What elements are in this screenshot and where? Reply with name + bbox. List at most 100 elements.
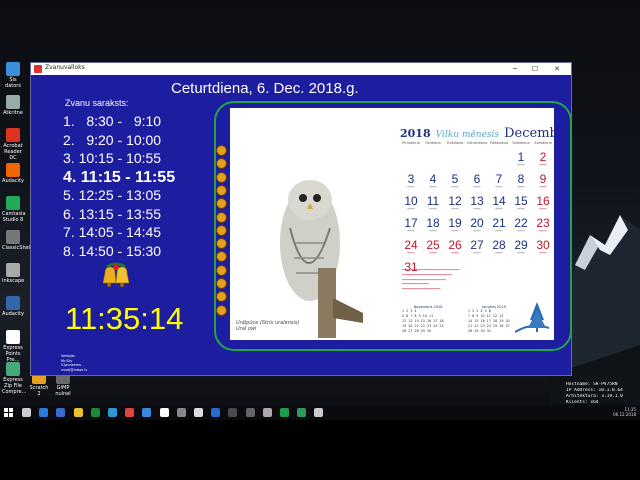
calendar-day: 22 ━━━━ (510, 216, 532, 238)
taskbar-app-icon[interactable] (314, 408, 324, 417)
desktop-shortcut[interactable]: Acrobat Reader DC (2, 128, 24, 161)
schedule-row: 6. 13:15 - 13:55 (63, 205, 162, 222)
window-title: Zvanuvalloks (45, 64, 85, 71)
desktop-shortcut[interactable]: Express Zip File Compre... (2, 362, 27, 395)
name-day-text: ━━━━ (517, 185, 525, 189)
weekday-label: Pirmdiena (402, 141, 420, 145)
taskbar-app-icon[interactable] (142, 408, 152, 417)
desktop-shortcut[interactable]: Express Points Pre... (2, 330, 24, 363)
name-day-text: ━━━━ (495, 207, 503, 211)
binder-ring (216, 278, 227, 289)
calendar-grid: 1 ━━━━ 2 ━━━━ 3 ━━━━ 4 ━━━━ 5 ━━━━ 6 ━━━━ 7 ━━━━ 8 ━━━━… (400, 150, 554, 282)
name-day-text: ━━━━ (517, 229, 525, 233)
desktop-shortcut[interactable]: ClassicShell (2, 230, 32, 251)
ural-owl-illustration (280, 180, 363, 338)
christmas-bells-icon (102, 262, 130, 287)
weekday-label: Ceturtdiena (466, 141, 488, 145)
calendar-day: 18 ━━━━ (422, 216, 444, 238)
name-day-text: ━━━━ (407, 251, 415, 255)
shortcut-label: Acrobat Reader DC (3, 143, 23, 161)
taskbar-app-icon[interactable] (73, 408, 83, 417)
maximize-button[interactable]: ☐ (527, 63, 543, 75)
calendar-day (466, 150, 488, 172)
calendar-day: 21 ━━━━ (488, 216, 510, 238)
calendar-day-number: 30 (536, 238, 550, 252)
digital-clock: 11:35:14 (65, 301, 184, 336)
taskbar-app-icon[interactable] (90, 408, 100, 417)
calendar-header: 2018 Vilku mēnesis Decembris (400, 122, 554, 141)
binder-ring (216, 184, 227, 196)
name-day-text: ━━━━ (495, 251, 503, 255)
weekday-label: Sestdiena (512, 141, 530, 145)
schedule-row: 1. 8:30 - 9:10 (63, 113, 162, 129)
taskbar-app-icon[interactable] (280, 408, 289, 417)
calendar-day: 16 ━━━━ (532, 194, 554, 216)
calendar-day: 28 ━━━━ (488, 238, 510, 260)
taskbar-app-icon[interactable] (108, 408, 117, 417)
taskbar-app-icon[interactable] (194, 408, 203, 417)
shortcut-icon (6, 296, 20, 310)
taskbar-app-icon[interactable] (228, 408, 238, 417)
calendar-day-number: 28 (492, 238, 506, 252)
taskbar-app-icon[interactable] (262, 408, 272, 417)
taskbar-app-icon[interactable] (211, 408, 221, 417)
shortcut-icon (6, 230, 20, 244)
system-tray-clock[interactable]: 11:35 06.12.2018 (613, 407, 636, 417)
shortcut-label: Audacity (2, 311, 24, 317)
calendar-day-number: 13 (470, 194, 484, 208)
shortcut-icon (6, 163, 20, 177)
calendar-day-number: 6 (473, 172, 481, 186)
name-day-text: ━━━━ (429, 207, 437, 211)
weekday-label: Trešdiena (446, 141, 464, 145)
calendar-page: Urālpūce (Strix uralensis) Ural owl 2018… (230, 108, 554, 340)
weekday-label: Piektdiena (489, 141, 509, 145)
title-bar[interactable]: Zvanuvalloks ─ ☐ ✕ (31, 63, 571, 75)
taskbar-app-icon[interactable] (125, 408, 135, 417)
calendar-day: 13 ━━━━ (466, 194, 488, 216)
binder-ring (216, 224, 227, 236)
name-day-text: ━━━━ (473, 207, 481, 211)
taskbar-app-icon[interactable] (245, 408, 255, 417)
desktop-shortcut[interactable]: Inkscape (2, 263, 24, 284)
name-day-text: ━━━━ (517, 251, 525, 255)
taskbar-app-icon[interactable] (39, 408, 49, 417)
name-day-text: ━━━━ (451, 229, 459, 233)
name-day-text: ━━━━ (429, 251, 437, 255)
calendar-day-number: 18 (426, 216, 440, 230)
name-day-text: ━━━━ (495, 229, 503, 233)
taskbar-app-icon[interactable] (159, 408, 169, 417)
taskbar-app-icon[interactable] (56, 408, 66, 417)
close-button[interactable]: ✕ (549, 63, 565, 75)
tray-date: 06.12.2018 (613, 412, 636, 417)
calendar-day-number: 15 (514, 194, 528, 208)
desktop-shortcut[interactable]: Šis dators (2, 62, 24, 89)
taskbar-app-icon[interactable] (297, 408, 307, 417)
calendar-day-number: 12 (448, 194, 462, 208)
shortcut-icon (6, 62, 20, 76)
shortcut-icon (6, 196, 20, 210)
taskbar-app-icon[interactable] (176, 408, 186, 417)
name-day-text: ━━━━ (473, 251, 481, 255)
desktop-shortcut[interactable]: Camtasia Studio 8 (2, 196, 26, 223)
desktop-shortcut[interactable]: Atkritne (2, 95, 24, 116)
calendar-day: 19 ━━━━ (444, 216, 466, 238)
shortcut-label: Express Zip File Compre... (2, 377, 27, 395)
minimize-button[interactable]: ─ (507, 63, 523, 75)
desktop-shortcut[interactable]: Audacity (2, 163, 24, 184)
weekday-label: Svētdiena (534, 141, 552, 145)
schedule-row: 5. 12:25 - 13:05 (63, 187, 162, 203)
name-day-text: ━━━━ (539, 251, 547, 255)
desktop-shortcut[interactable]: Audacity (2, 296, 24, 317)
calendar-week: 17 ━━━━ 18 ━━━━ 19 ━━━━ 20 ━━━━ 21 ━━━━ 22 ━━━━ 23 ━━… (400, 216, 554, 238)
name-day-text: ━━━━ (473, 229, 481, 233)
windows-start-icon[interactable] (4, 408, 13, 417)
name-day-text: ━━━━ (429, 229, 437, 233)
calendar-day (422, 150, 444, 172)
taskbar-app-icon[interactable] (22, 408, 31, 417)
shortcut-label: Camtasia Studio 8 (2, 211, 26, 223)
shortcut-label: Atkritne (3, 110, 23, 116)
calendar-day-number: 4 (429, 172, 437, 186)
author-footnote: Veidojis: Mr.Sky V.Jaunzems vvsdj@inbox.… (61, 354, 87, 372)
calendar-day-number: 9 (539, 172, 547, 186)
calendar-day: 27 ━━━━ (466, 238, 488, 260)
